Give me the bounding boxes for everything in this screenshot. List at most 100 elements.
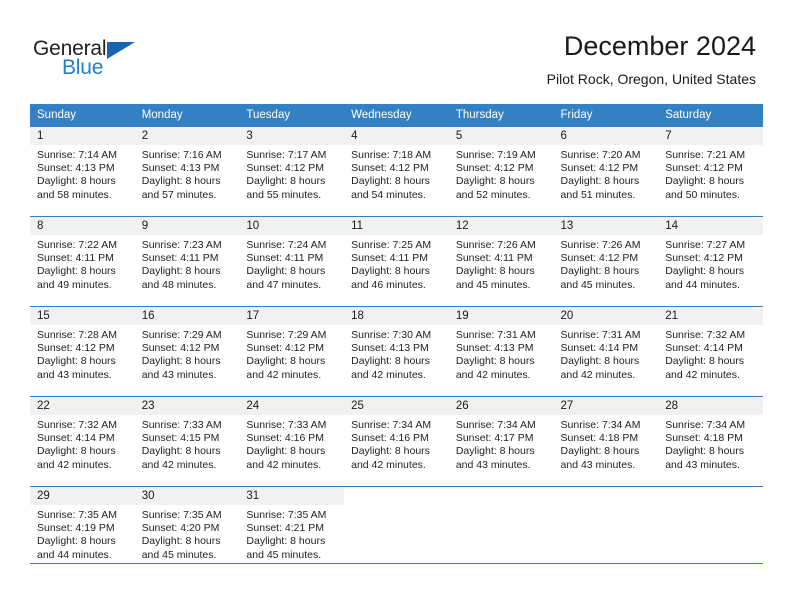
day-number: 4 — [344, 127, 449, 145]
sunrise-text: Sunrise: 7:34 AM — [455, 419, 536, 431]
day-details: Sunrise: 7:22 AM Sunset: 4:11 PM Daylight:… — [30, 235, 135, 292]
daylight-text-line2: and 42 minutes. — [141, 458, 217, 471]
day-details: Sunrise: 7:35 AM Sunset: 4:21 PM Daylight:… — [239, 505, 344, 562]
sunset-text: Sunset: 4:14 PM — [37, 432, 115, 445]
sunrise-text: Sunrise: 7:25 AM — [351, 239, 432, 251]
day-number: 16 — [134, 307, 240, 325]
day-number: 10 — [239, 217, 345, 235]
sunrise-text: Sunrise: 7:34 AM — [665, 419, 746, 431]
day-number: 25 — [344, 397, 449, 415]
day-cell[interactable]: 28 Sunrise: 7:34 AM Sunset: 4:18 PM Dayligh… — [658, 396, 763, 486]
day-cell[interactable]: 4 Sunrise: 7:18 AM Sunset: 4:12 PM Daylight… — [344, 126, 449, 216]
day-number: 1 — [30, 127, 135, 145]
day-cell[interactable]: 21 Sunrise: 7:32 AM Sunset: 4:14 PM Dayligh… — [658, 306, 763, 396]
generalblue-logo[interactable]: General Blue — [33, 37, 213, 85]
daylight-text-line1: Daylight: 8 hours — [455, 355, 535, 368]
sunrise-text: Sunrise: 7:30 AM — [351, 329, 432, 341]
day-cell[interactable]: 13 Sunrise: 7:26 AM Sunset: 4:12 PM Dayligh… — [553, 216, 659, 306]
daylight-text-line1: Daylight: 8 hours — [560, 445, 640, 458]
day-cell[interactable]: 15 Sunrise: 7:28 AM Sunset: 4:12 PM Dayligh… — [30, 306, 135, 396]
day-number — [553, 487, 659, 505]
daylight-text-line2: and 47 minutes. — [246, 278, 322, 291]
triangle-icon — [107, 42, 135, 59]
day-cell[interactable]: 11 Sunrise: 7:25 AM Sunset: 4:11 PM Dayligh… — [344, 216, 449, 306]
week-row: 1 Sunrise: 7:14 AM Sunset: 4:13 PM Daylight… — [30, 126, 763, 216]
sunset-text: Sunset: 4:13 PM — [351, 342, 429, 355]
day-details: Sunrise: 7:34 AM Sunset: 4:18 PM Daylight:… — [554, 415, 659, 472]
daylight-text-line1: Daylight: 8 hours — [560, 355, 640, 368]
sunrise-text: Sunrise: 7:35 AM — [37, 509, 117, 521]
daylight-text-line2: and 54 minutes. — [351, 188, 426, 201]
sunset-text: Sunset: 4:12 PM — [246, 342, 325, 355]
weekday-header-monday: Monday — [134, 104, 240, 126]
day-cell[interactable]: 1 Sunrise: 7:14 AM Sunset: 4:13 PM Daylight… — [30, 126, 135, 216]
day-cell[interactable]: 8 Sunrise: 7:22 AM Sunset: 4:11 PM Daylight… — [30, 216, 135, 306]
day-cell[interactable]: 26 Sunrise: 7:34 AM Sunset: 4:17 PM Dayligh… — [448, 396, 554, 486]
day-details: Sunrise: 7:14 AM Sunset: 4:13 PM Daylight:… — [30, 145, 135, 202]
day-details: Sunrise: 7:25 AM Sunset: 4:11 PM Daylight:… — [344, 235, 449, 292]
sunset-text: Sunset: 4:17 PM — [455, 432, 534, 445]
day-cell[interactable]: 14 Sunrise: 7:27 AM Sunset: 4:12 PM Dayligh… — [658, 216, 763, 306]
sunset-text: Sunset: 4:14 PM — [665, 342, 743, 355]
day-number: 11 — [344, 217, 449, 235]
day-details: Sunrise: 7:31 AM Sunset: 4:14 PM Daylight:… — [554, 325, 659, 382]
daylight-text-line2: and 49 minutes. — [37, 278, 112, 291]
daylight-text-line2: and 43 minutes. — [560, 458, 636, 471]
daylight-text-line1: Daylight: 8 hours — [665, 265, 745, 278]
sunrise-text: Sunrise: 7:33 AM — [246, 419, 327, 431]
day-cell[interactable]: 7 Sunrise: 7:21 AM Sunset: 4:12 PM Daylight… — [658, 126, 763, 216]
daylight-text-line1: Daylight: 8 hours — [246, 535, 326, 548]
day-cell[interactable]: 16 Sunrise: 7:29 AM Sunset: 4:12 PM Dayligh… — [134, 306, 240, 396]
day-cell[interactable]: 12 Sunrise: 7:26 AM Sunset: 4:11 PM Dayligh… — [448, 216, 554, 306]
day-details: Sunrise: 7:35 AM Sunset: 4:19 PM Daylight:… — [30, 505, 135, 562]
day-cell[interactable]: 22 Sunrise: 7:32 AM Sunset: 4:14 PM Dayligh… — [30, 396, 135, 486]
week-row: 8 Sunrise: 7:22 AM Sunset: 4:11 PM Daylight… — [30, 216, 763, 306]
daylight-text-line1: Daylight: 8 hours — [560, 175, 640, 188]
day-cell[interactable]: 3 Sunrise: 7:17 AM Sunset: 4:12 PM Daylight… — [239, 126, 345, 216]
calendar-header-row: Sunday Monday Tuesday Wednesday Thursday… — [30, 104, 763, 126]
day-cell[interactable]: 19 Sunrise: 7:31 AM Sunset: 4:13 PM Dayligh… — [448, 306, 554, 396]
day-cell[interactable]: 2 Sunrise: 7:16 AM Sunset: 4:13 PM Daylight… — [134, 126, 240, 216]
sunrise-text: Sunrise: 7:18 AM — [351, 149, 432, 161]
day-cell[interactable]: 23 Sunrise: 7:33 AM Sunset: 4:15 PM Dayligh… — [134, 396, 240, 486]
sunset-text: Sunset: 4:13 PM — [141, 162, 220, 175]
day-cell[interactable]: 24 Sunrise: 7:33 AM Sunset: 4:16 PM Dayligh… — [239, 396, 345, 486]
daylight-text-line2: and 42 minutes. — [351, 458, 426, 471]
daylight-text-line2: and 42 minutes. — [455, 368, 531, 381]
sunset-text: Sunset: 4:11 PM — [351, 252, 428, 265]
day-cell[interactable]: 20 Sunrise: 7:31 AM Sunset: 4:14 PM Dayligh… — [553, 306, 659, 396]
daylight-text-line1: Daylight: 8 hours — [455, 175, 535, 188]
sunset-text: Sunset: 4:11 PM — [37, 252, 114, 265]
day-cell[interactable]: 5 Sunrise: 7:19 AM Sunset: 4:12 PM Daylight… — [448, 126, 554, 216]
sunset-text: Sunset: 4:16 PM — [246, 432, 325, 445]
weekday-header-saturday: Saturday — [658, 104, 763, 126]
sunset-text: Sunset: 4:11 PM — [246, 252, 324, 265]
daylight-text-line1: Daylight: 8 hours — [665, 175, 745, 188]
sunset-text: Sunset: 4:15 PM — [141, 432, 220, 445]
sunset-text: Sunset: 4:21 PM — [246, 522, 325, 535]
day-cell[interactable]: 17 Sunrise: 7:29 AM Sunset: 4:12 PM Dayligh… — [239, 306, 345, 396]
day-details: Sunrise: 7:29 AM Sunset: 4:12 PM Daylight:… — [239, 325, 344, 382]
day-cell[interactable]: 25 Sunrise: 7:34 AM Sunset: 4:16 PM Dayligh… — [344, 396, 449, 486]
day-details: Sunrise: 7:27 AM Sunset: 4:12 PM Daylight:… — [658, 235, 763, 292]
day-cell[interactable]: 6 Sunrise: 7:20 AM Sunset: 4:12 PM Daylight… — [553, 126, 659, 216]
day-cell[interactable]: 10 Sunrise: 7:24 AM Sunset: 4:11 PM Dayligh… — [239, 216, 345, 306]
day-number: 18 — [344, 307, 449, 325]
day-details: Sunrise: 7:33 AM Sunset: 4:15 PM Daylight:… — [135, 415, 240, 472]
sunrise-text: Sunrise: 7:20 AM — [560, 149, 641, 161]
daylight-text-line1: Daylight: 8 hours — [351, 445, 430, 458]
day-details: Sunrise: 7:33 AM Sunset: 4:16 PM Daylight:… — [239, 415, 344, 472]
brand-name-blue: Blue — [62, 56, 104, 79]
page-subtitle: Pilot Rock, Oregon, United States — [546, 71, 756, 87]
daylight-text-line1: Daylight: 8 hours — [665, 355, 745, 368]
sunrise-text: Sunrise: 7:29 AM — [246, 329, 327, 341]
day-number: 14 — [658, 217, 763, 235]
page-title: December 2024 — [563, 31, 756, 61]
sunset-text: Sunset: 4:12 PM — [560, 162, 639, 175]
day-cell[interactable]: 27 Sunrise: 7:34 AM Sunset: 4:18 PM Dayligh… — [553, 396, 659, 486]
day-cell[interactable]: 18 Sunrise: 7:30 AM Sunset: 4:13 PM Dayligh… — [344, 306, 449, 396]
day-number: 6 — [553, 127, 659, 145]
sunset-text: Sunset: 4:13 PM — [37, 162, 115, 175]
day-cell[interactable]: 9 Sunrise: 7:23 AM Sunset: 4:11 PM Daylight… — [134, 216, 240, 306]
sunset-text: Sunset: 4:12 PM — [455, 162, 534, 175]
